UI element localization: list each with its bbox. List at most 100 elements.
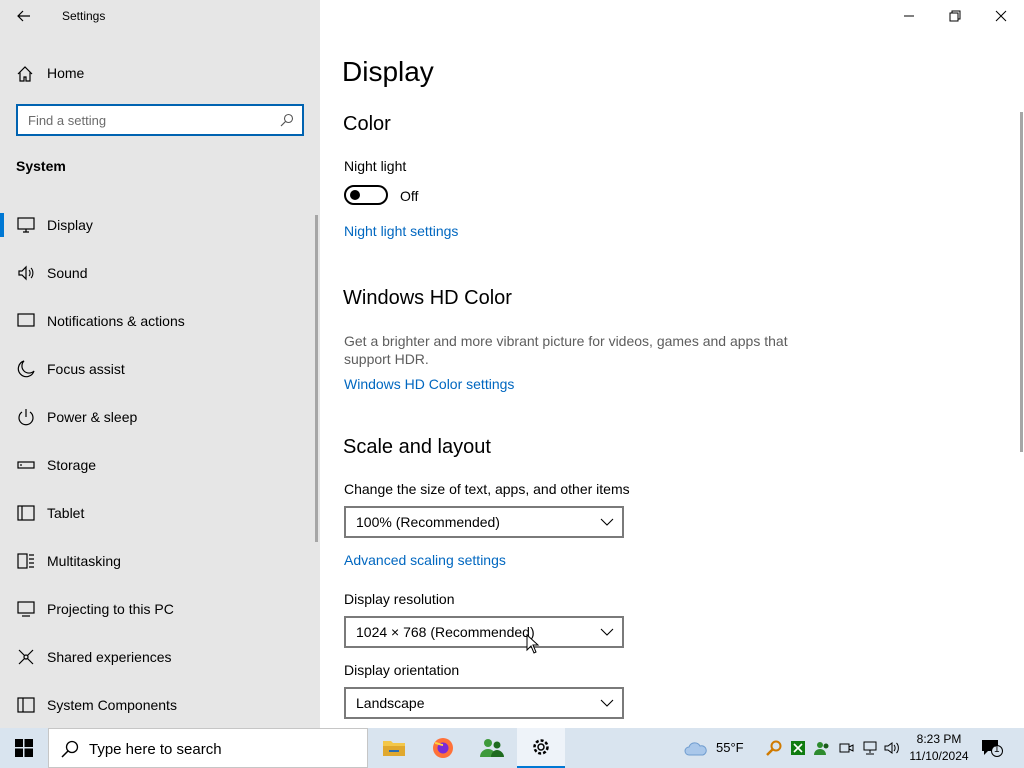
sidebar-item-label: Storage (47, 457, 97, 473)
home-icon (17, 66, 33, 82)
power-icon (18, 409, 34, 426)
scale-value: 100% (Recommended) (356, 514, 500, 530)
scale-label: Change the size of text, apps, and other… (344, 481, 630, 497)
toggle-knob (350, 190, 360, 200)
sidebar-item-notifications[interactable]: Notifications & actions (0, 297, 316, 345)
taskbar-search-box[interactable]: Type here to search (48, 728, 368, 768)
sidebar-item-label: Shared experiences (47, 649, 172, 665)
people-icon (480, 739, 504, 757)
sidebar-scrollbar[interactable] (315, 215, 318, 542)
minimize-icon (904, 15, 914, 17)
notification-count: 1 (994, 744, 1000, 755)
message-icon (17, 313, 35, 327)
sidebar-item-system-components[interactable]: System Components (0, 681, 316, 729)
sidebar-item-shared-experiences[interactable]: Shared experiences (0, 633, 316, 681)
resolution-label: Display resolution (344, 591, 455, 607)
resolution-value: 1024 × 768 (Recommended) (356, 624, 535, 640)
firefox-button[interactable] (419, 728, 467, 768)
taskbar-clock[interactable]: 8:23 PM 11/10/2024 (906, 731, 972, 765)
start-button[interactable] (0, 728, 48, 768)
orientation-value: Landscape (356, 695, 425, 711)
advanced-scaling-link[interactable]: Advanced scaling settings (344, 552, 506, 568)
sidebar: Settings Home Find a setting System Disp… (0, 0, 320, 728)
chevron-down-icon (600, 628, 614, 636)
sidebar-item-power-sleep[interactable]: Power & sleep (0, 393, 316, 441)
weather-temperature: 55°F (716, 740, 744, 755)
close-button[interactable] (978, 0, 1024, 32)
projecting-icon (17, 601, 35, 617)
home-label: Home (47, 65, 85, 81)
sidebar-item-label: Display (47, 217, 93, 233)
restore-button[interactable] (932, 0, 978, 32)
restore-icon (949, 10, 961, 22)
sidebar-item-display[interactable]: Display (0, 201, 316, 249)
monitor-icon (17, 217, 35, 233)
taskbar-search-placeholder: Type here to search (89, 741, 222, 758)
hd-color-settings-link[interactable]: Windows HD Color settings (344, 376, 514, 392)
tablet-icon (17, 505, 35, 521)
back-arrow-icon (17, 10, 30, 22)
orientation-dropdown[interactable]: Landscape (344, 687, 624, 719)
speaker-icon (18, 265, 34, 281)
folder-icon (383, 741, 405, 756)
sidebar-item-focus-assist[interactable]: Focus assist (0, 345, 316, 393)
search-placeholder: Find a setting (28, 113, 107, 128)
mouse-cursor-icon (526, 634, 540, 654)
action-center-button[interactable]: 1 (980, 738, 1004, 758)
sidebar-item-label: Focus assist (47, 361, 125, 377)
sidebar-item-label: System Components (47, 697, 177, 713)
network-tray-icon[interactable] (862, 740, 878, 756)
xbox-tray-icon[interactable] (790, 740, 806, 756)
moon-icon (17, 360, 35, 378)
volume-tray-icon[interactable] (884, 740, 900, 756)
night-light-label: Night light (344, 158, 407, 174)
multitasking-icon (17, 553, 34, 569)
settings-search-input[interactable]: Find a setting (16, 104, 304, 136)
sidebar-item-label: Sound (47, 265, 88, 281)
search-icon (61, 740, 79, 758)
back-button[interactable] (8, 0, 40, 32)
sidebar-item-projecting[interactable]: Projecting to this PC (0, 585, 316, 633)
windows-logo-icon (15, 739, 33, 757)
people-app-button[interactable] (468, 728, 516, 768)
sidebar-item-label: Power & sleep (47, 409, 138, 425)
sidebar-item-label: Projecting to this PC (47, 601, 174, 617)
close-icon (995, 10, 1007, 22)
content-pane: Display Color Night light Off Night ligh… (320, 0, 1024, 728)
title-bar-left: Settings (0, 0, 320, 32)
clock-time: 8:23 PM (916, 732, 962, 746)
search-icon (280, 113, 294, 127)
sidebar-item-multitasking[interactable]: Multitasking (0, 537, 316, 585)
components-icon (17, 697, 35, 713)
scale-layout-heading: Scale and layout (343, 436, 491, 458)
notification-icon (982, 740, 1003, 757)
weather-widget[interactable]: 55°F (684, 738, 744, 758)
meet-now-tray-icon[interactable] (838, 740, 854, 756)
color-heading: Color (343, 113, 391, 135)
home-nav-item[interactable]: Home (0, 56, 320, 90)
scale-dropdown[interactable]: 100% (Recommended) (344, 506, 624, 538)
content-scrollbar[interactable] (1020, 112, 1023, 452)
minimize-button[interactable] (886, 0, 932, 32)
app-title: Settings (62, 9, 106, 23)
magnifier-tray-icon[interactable] (766, 740, 782, 756)
taskbar: Type here to search 55°F 8:23 PM 11/10/2… (0, 728, 1024, 768)
firefox-icon (433, 738, 453, 758)
file-explorer-button[interactable] (370, 728, 418, 768)
gear-icon (533, 739, 549, 755)
shared-icon (18, 649, 34, 665)
sidebar-item-sound[interactable]: Sound (0, 249, 316, 297)
chevron-down-icon (600, 518, 614, 526)
hd-color-heading: Windows HD Color (343, 287, 512, 309)
people-tray-icon[interactable] (814, 740, 830, 756)
orientation-label: Display orientation (344, 662, 460, 678)
resolution-dropdown[interactable]: 1024 × 768 (Recommended) (344, 616, 624, 648)
settings-taskbar-button[interactable] (517, 728, 565, 768)
sidebar-item-tablet[interactable]: Tablet (0, 489, 316, 537)
hd-color-description: Get a brighter and more vibrant picture … (344, 333, 788, 367)
night-light-settings-link[interactable]: Night light settings (344, 223, 458, 239)
sidebar-item-storage[interactable]: Storage (0, 441, 316, 489)
night-light-toggle[interactable] (344, 185, 388, 205)
page-title: Display (342, 56, 434, 87)
section-label-system: System (16, 158, 66, 174)
